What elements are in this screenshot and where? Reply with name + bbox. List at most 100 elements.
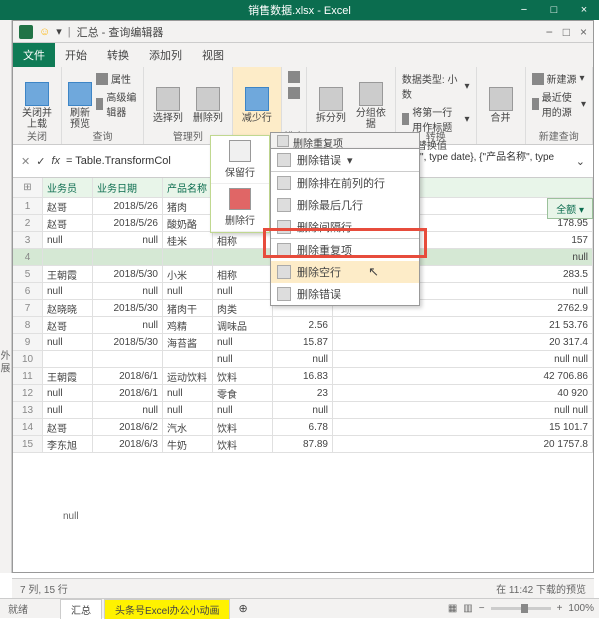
view-icon-2[interactable]: ▥ bbox=[463, 603, 472, 614]
cell-r3[interactable]: 20 1757.8 bbox=[333, 436, 593, 452]
cell-r1[interactable]: null bbox=[213, 351, 273, 367]
properties-button[interactable]: 属性 bbox=[96, 70, 137, 87]
keep-rows-item[interactable]: 保留行 bbox=[211, 136, 269, 184]
cell-biz[interactable]: 王朝霞 bbox=[43, 368, 93, 384]
remove-errors[interactable]: 删除错误 bbox=[271, 283, 419, 305]
cell-biz[interactable]: null bbox=[43, 283, 93, 299]
table-row[interactable]: 8赵哥null鸡精调味品2.5621 53.76 bbox=[13, 317, 593, 334]
cell-r1[interactable]: 调味品 bbox=[213, 317, 273, 333]
cell-prod[interactable]: 猪肉干 bbox=[163, 300, 213, 316]
sort-asc-button[interactable] bbox=[288, 70, 300, 84]
max-icon[interactable]: □ bbox=[539, 4, 569, 16]
sort-desc-button[interactable] bbox=[288, 86, 300, 100]
table-row[interactable]: 9null2018/5/30海苔酱null15.8720 317.4 bbox=[13, 334, 593, 351]
col-prod[interactable]: 产品名称 bbox=[163, 178, 213, 197]
view-icon[interactable]: ▦ bbox=[448, 603, 457, 614]
cell-biz[interactable] bbox=[43, 351, 93, 367]
col-rownum[interactable]: ⊞ bbox=[13, 178, 43, 197]
cell-biz[interactable]: 李东旭 bbox=[43, 436, 93, 452]
cell-biz[interactable]: 赵哥 bbox=[43, 317, 93, 333]
cell-date[interactable]: 2018/5/26 bbox=[93, 198, 163, 214]
remove-bottom-rows[interactable]: 删除最后几行 bbox=[271, 194, 419, 216]
cell-biz[interactable] bbox=[43, 249, 93, 265]
cell-r1[interactable]: 相称 bbox=[213, 266, 273, 282]
zoom-pct[interactable]: 100% bbox=[568, 603, 594, 614]
zoom-out-icon[interactable]: − bbox=[479, 603, 485, 614]
cell-r1[interactable]: 肉类 bbox=[213, 300, 273, 316]
cell-prod[interactable]: 小米 bbox=[163, 266, 213, 282]
cell-r3[interactable]: 42 706.86 bbox=[333, 368, 593, 384]
cell-r1[interactable]: 零食 bbox=[213, 385, 273, 401]
cell-r3[interactable]: 15 101.7 bbox=[333, 419, 593, 435]
zoom-slider[interactable] bbox=[491, 607, 551, 610]
cell-biz[interactable]: 王朝霞 bbox=[43, 266, 93, 282]
cell-date[interactable]: 2018/5/26 bbox=[93, 215, 163, 231]
cell-r2[interactable]: 2.56 bbox=[273, 317, 333, 333]
cell-prod[interactable]: 鸡精 bbox=[163, 317, 213, 333]
col-date[interactable]: 业务日期 bbox=[93, 178, 163, 197]
cell-biz[interactable]: 赵晓晓 bbox=[43, 300, 93, 316]
new-source-button[interactable]: 新建源 ▾ bbox=[532, 70, 586, 87]
cell-r1[interactable] bbox=[213, 249, 273, 265]
cell-r2[interactable]: 6.78 bbox=[273, 419, 333, 435]
fx-cancel-icon[interactable]: ✕ bbox=[21, 155, 30, 168]
cell-prod[interactable]: 汽水 bbox=[163, 419, 213, 435]
cell-date[interactable]: null bbox=[93, 402, 163, 418]
table-row[interactable]: 15李东旭2018/6/3牛奶饮料87.8920 1757.8 bbox=[13, 436, 593, 453]
cell-biz[interactable]: null bbox=[43, 402, 93, 418]
cell-r1[interactable]: 饮料 bbox=[213, 419, 273, 435]
cell-date[interactable] bbox=[93, 249, 163, 265]
cell-biz[interactable]: null bbox=[43, 385, 93, 401]
cell-r2[interactable]: null bbox=[273, 402, 333, 418]
submenu-err-head[interactable]: 删除错误 ▾ bbox=[271, 149, 419, 171]
remove-rows-item[interactable]: 删除行 bbox=[211, 184, 269, 232]
cell-biz[interactable]: null bbox=[43, 334, 93, 350]
cell-prod[interactable]: 猪肉 bbox=[163, 198, 213, 214]
tab-addcol[interactable]: 添加列 bbox=[139, 43, 192, 67]
cell-r2[interactable]: 15.87 bbox=[273, 334, 333, 350]
cell-date[interactable] bbox=[93, 351, 163, 367]
cell-r2[interactable]: 16.83 bbox=[273, 368, 333, 384]
ed-max-icon[interactable]: □ bbox=[563, 25, 570, 39]
cell-prod[interactable]: null bbox=[163, 283, 213, 299]
cell-date[interactable]: null bbox=[93, 232, 163, 248]
table-row[interactable]: 11王朝霞2018/6/1运动饮料饮料16.8342 706.86 bbox=[13, 368, 593, 385]
min-icon[interactable]: − bbox=[509, 4, 539, 16]
data-type-button[interactable]: 数据类型: 小数 ▾ bbox=[402, 70, 470, 102]
cell-r1[interactable]: null bbox=[213, 334, 273, 350]
sheet-tab-2[interactable]: 头条号Excel办公小动画 bbox=[104, 599, 230, 619]
cell-r1[interactable]: null bbox=[213, 402, 273, 418]
cell-biz[interactable]: 赵哥 bbox=[43, 419, 93, 435]
cell-prod[interactable]: 海苔酱 bbox=[163, 334, 213, 350]
cell-r2[interactable]: 87.89 bbox=[273, 436, 333, 452]
cell-r3[interactable]: 40 920 bbox=[333, 385, 593, 401]
col-biz[interactable]: 业务员 bbox=[43, 178, 93, 197]
cell-r2[interactable]: 23 bbox=[273, 385, 333, 401]
advanced-editor-button[interactable]: 高级编辑器 bbox=[96, 88, 137, 120]
cell-r1[interactable]: 饮料 bbox=[213, 368, 273, 384]
fx-expand-icon[interactable]: ⌄ bbox=[576, 155, 585, 168]
qat-dropdown-icon[interactable]: ▾ bbox=[56, 25, 62, 38]
remove-top-rows[interactable]: 删除排在前列的行 bbox=[271, 171, 419, 194]
remove-blank-rows[interactable]: 删除空行 bbox=[271, 261, 419, 283]
cell-date[interactable]: 2018/6/3 bbox=[93, 436, 163, 452]
recent-sources-button[interactable]: 最近使用的源 ▾ bbox=[532, 88, 586, 120]
cell-biz[interactable]: null bbox=[43, 232, 93, 248]
cell-r1[interactable]: 相称 bbox=[213, 232, 273, 248]
cell-prod[interactable]: null bbox=[163, 385, 213, 401]
cell-date[interactable]: 2018/6/2 bbox=[93, 419, 163, 435]
fx-accept-icon[interactable]: ✓ bbox=[36, 155, 45, 168]
cell-prod[interactable]: 运动饮料 bbox=[163, 368, 213, 384]
reduce-rows-button[interactable]: 减少行 bbox=[239, 70, 275, 141]
cell-r3[interactable]: null null bbox=[333, 351, 593, 367]
split-col-button[interactable]: 拆分列 bbox=[313, 70, 349, 141]
cell-date[interactable]: null bbox=[93, 317, 163, 333]
tab-file[interactable]: 文件 bbox=[13, 43, 55, 67]
cell-date[interactable]: 2018/5/30 bbox=[93, 266, 163, 282]
cell-date[interactable]: 2018/6/1 bbox=[93, 385, 163, 401]
cell-date[interactable]: 2018/5/30 bbox=[93, 300, 163, 316]
cell-prod[interactable] bbox=[163, 249, 213, 265]
add-sheet-button[interactable]: ⊕ bbox=[232, 602, 253, 615]
close-icon[interactable]: × bbox=[569, 4, 599, 16]
cell-prod[interactable]: 牛奶 bbox=[163, 436, 213, 452]
